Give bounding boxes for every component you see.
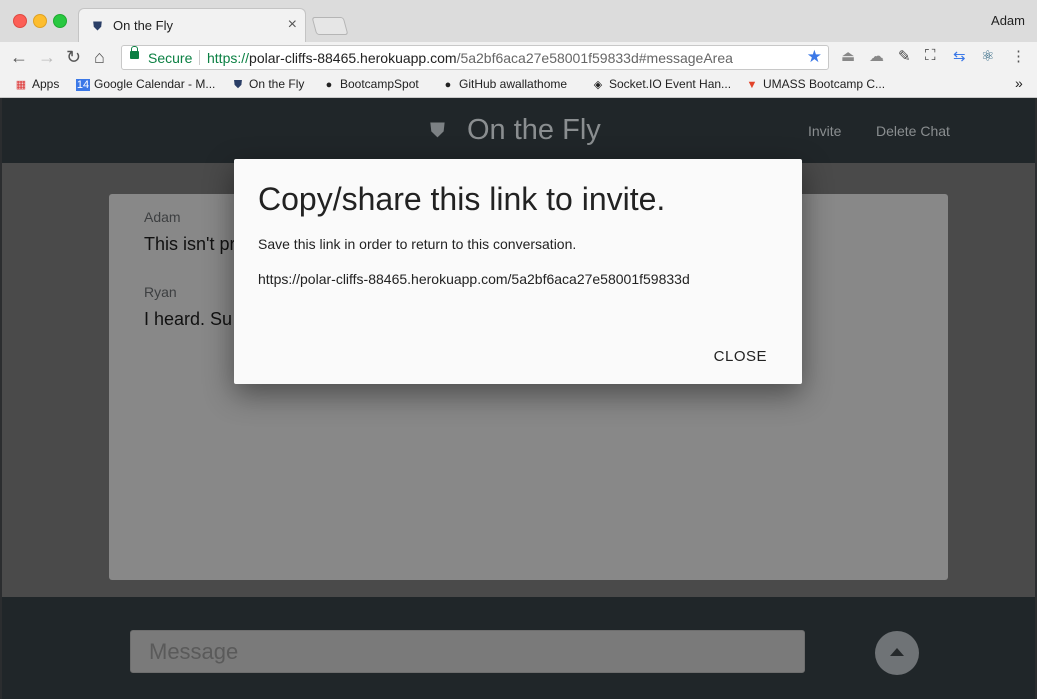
- bookmark-label: On the Fly: [249, 77, 305, 91]
- shield-icon: ⛊: [430, 120, 445, 142]
- eyedropper-icon[interactable]: ✎: [898, 47, 911, 65]
- message-composer: [2, 597, 1035, 699]
- bookmark-label: Apps: [32, 77, 60, 91]
- menu-icon[interactable]: ⋮: [1011, 47, 1026, 65]
- window-minimize-button[interactable]: [33, 14, 47, 28]
- bookmark-label: UMASS Bootcamp C...: [763, 77, 886, 91]
- gitlab-icon: ▼: [746, 79, 758, 91]
- bookmark-apps[interactable]: ▦ Apps: [14, 77, 60, 91]
- bookmarks-bar: ▦ Apps 14 Google Calendar - M... ⛊ On the F…: [0, 72, 1037, 98]
- bookmark-label: Google Calendar - M...: [94, 77, 216, 91]
- invite-link[interactable]: Invite: [808, 123, 841, 139]
- forward-arrow-icon[interactable]: →: [38, 46, 56, 68]
- delete-chat-link[interactable]: Delete Chat: [876, 123, 950, 139]
- invite-modal: Copy/share this link to invite. Save thi…: [234, 159, 802, 384]
- window-zoom-button[interactable]: [53, 14, 67, 28]
- shield-icon: ⛊: [233, 79, 243, 91]
- screenshot-icon[interactable]: ⛶: [925, 47, 936, 64]
- message-input[interactable]: [130, 630, 805, 673]
- tab-title: On the Fly: [113, 18, 173, 33]
- close-button[interactable]: CLOSE: [714, 348, 767, 365]
- secure-label: Secure: [148, 50, 193, 66]
- profile-name[interactable]: Adam: [991, 13, 1025, 28]
- github-icon: ●: [444, 79, 452, 91]
- apps-grid-icon: ▦: [15, 79, 27, 91]
- browser-chrome: ⛊ On the Fly × Adam ← → ↻ ⌂ Secure https…: [0, 0, 1037, 98]
- arrows-icon[interactable]: ⇆: [953, 47, 966, 65]
- bookmark-google-calendar[interactable]: 14 Google Calendar - M...: [76, 77, 215, 91]
- modal-title: Copy/share this link to invite.: [258, 181, 666, 217]
- window-close-button[interactable]: [13, 14, 27, 28]
- url-path: /5a2bf6aca27e58001f59833d#messageArea: [456, 50, 733, 66]
- bookmark-star-icon[interactable]: ★: [807, 47, 822, 67]
- browser-toolbar: ← → ↻ ⌂ Secure https://polar-cliffs-8846…: [0, 42, 1037, 72]
- message-text: This isn't pr: [144, 234, 236, 254]
- lock-icon: [130, 46, 139, 59]
- bookmark-on-the-fly[interactable]: ⛊ On the Fly: [231, 77, 304, 92]
- drive-icon[interactable]: ☁: [869, 47, 884, 65]
- message-sender: Ryan: [144, 284, 177, 300]
- bookmark-label: Socket.IO Event Han...: [609, 77, 732, 91]
- message-sender: Adam: [144, 209, 181, 225]
- github-icon: ●: [325, 79, 333, 91]
- app-navbar: ⛊ On the Fly Invite Delete Chat: [2, 98, 1035, 163]
- divider: [199, 50, 200, 65]
- modal-subtitle: Save this link in order to return to thi…: [258, 236, 577, 252]
- title-bar: ⛊ On the Fly × Adam: [0, 0, 1037, 43]
- bookmark-label: GitHub awallathome: [459, 77, 568, 91]
- bookmark-socketio[interactable]: ◈ Socket.IO Event Han...: [591, 77, 731, 91]
- socketio-icon: ◈: [593, 79, 603, 91]
- app-brand[interactable]: On the Fly: [467, 114, 601, 147]
- send-button[interactable]: [875, 631, 919, 675]
- bookmark-github[interactable]: ● GitHub awallathome: [441, 77, 567, 91]
- shield-icon: ⛊: [93, 19, 103, 33]
- calendar-icon: 14: [76, 79, 90, 91]
- address-bar[interactable]: Secure https://polar-cliffs-88465.heroku…: [121, 45, 829, 70]
- bookmark-label: BootcampSpot: [340, 77, 419, 91]
- url-scheme: https://: [207, 50, 250, 66]
- browser-tab[interactable]: ⛊ On the Fly ×: [78, 8, 306, 42]
- tab-close-icon[interactable]: ×: [288, 16, 297, 34]
- reload-icon[interactable]: ↻: [66, 46, 81, 68]
- url-text[interactable]: https://polar-cliffs-88465.herokuapp.com…: [207, 50, 733, 66]
- more-bookmarks-icon[interactable]: »: [1015, 75, 1023, 91]
- react-icon[interactable]: ⚛: [981, 47, 994, 65]
- url-host: polar-cliffs-88465.herokuapp.com: [249, 50, 457, 66]
- new-tab-button[interactable]: [311, 17, 349, 35]
- bookmark-bootcampspot[interactable]: ● BootcampSpot: [322, 77, 419, 91]
- invite-link-text[interactable]: https://polar-cliffs-88465.herokuapp.com…: [258, 271, 690, 287]
- bookmark-umass[interactable]: ▼ UMASS Bootcamp C...: [745, 77, 886, 91]
- message-text: I heard. Su: [144, 309, 233, 329]
- home-icon[interactable]: ⌂: [94, 46, 105, 68]
- extension-icon[interactable]: ⏏: [841, 47, 855, 65]
- back-arrow-icon[interactable]: ←: [10, 46, 28, 68]
